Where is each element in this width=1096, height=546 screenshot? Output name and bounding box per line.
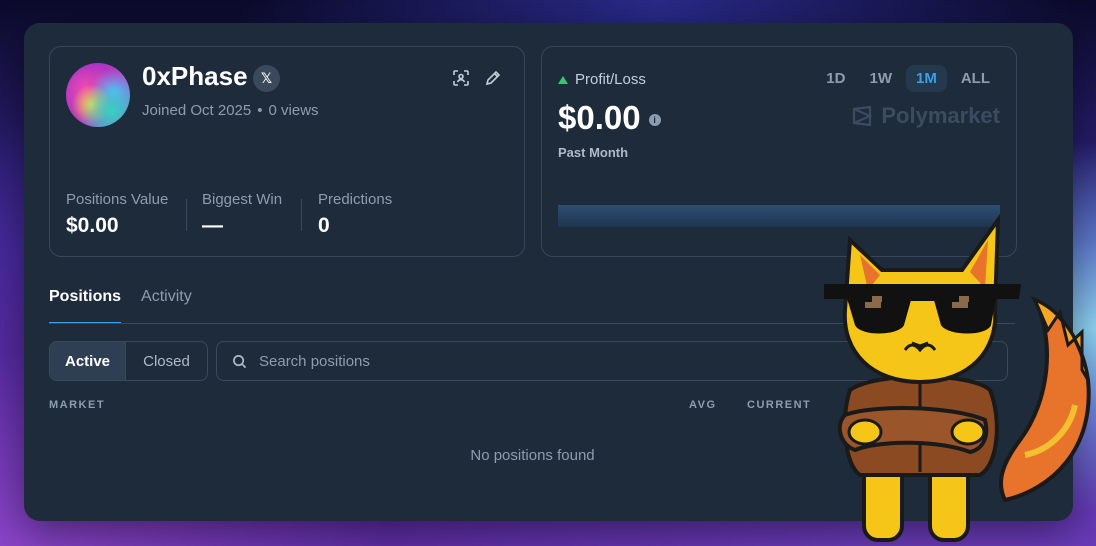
tab-activity[interactable]: Activity	[141, 288, 192, 322]
period-1d[interactable]: 1D	[816, 65, 855, 92]
cat-mascot-image	[824, 213, 1091, 542]
profile-meta: Joined Oct 2025 • 0 views	[142, 102, 319, 119]
edit-icon[interactable]	[484, 69, 502, 87]
stat-divider	[186, 199, 187, 231]
profit-loss-amount: $0.00	[558, 99, 641, 136]
column-avg[interactable]: AVG	[689, 399, 717, 411]
period-selector: 1D 1W 1M ALL	[816, 65, 1000, 92]
stat-positions-value: Positions Value $0.00	[66, 191, 168, 238]
column-market[interactable]: MARKET	[49, 399, 105, 411]
stat-divider	[301, 199, 302, 231]
joined-date: Joined Oct 2025	[142, 102, 252, 119]
trend-up-icon	[558, 75, 568, 84]
brand-name: Polymarket	[881, 103, 1000, 128]
stat-value: $0.00	[66, 214, 119, 237]
period-1m[interactable]: 1M	[905, 65, 947, 92]
stat-predictions: Predictions 0	[318, 191, 392, 238]
avatar[interactable]	[66, 63, 130, 127]
scan-icon[interactable]	[452, 69, 470, 87]
search-input[interactable]	[257, 351, 861, 371]
stat-label: Predictions	[318, 191, 393, 208]
period-all[interactable]: ALL	[951, 65, 1000, 92]
filter-active-button[interactable]: Active	[50, 342, 126, 380]
tab-bar: Positions Activity	[49, 288, 192, 324]
stat-value: 0	[318, 214, 330, 237]
position-status-toggle: Active Closed	[49, 341, 208, 381]
filter-closed-button[interactable]: Closed	[126, 342, 207, 380]
username: 0xPhase	[142, 61, 248, 91]
profit-loss-value: $0.00 i	[558, 99, 661, 137]
search-icon	[233, 354, 247, 368]
period-1w[interactable]: 1W	[859, 65, 902, 92]
stat-label: Positions Value	[66, 191, 169, 208]
period-caption: Past Month	[558, 145, 629, 160]
meta-separator: •	[257, 102, 263, 119]
stat-biggest-win: Biggest Win —	[202, 191, 282, 238]
profit-loss-label: Profit/Loss	[558, 71, 646, 88]
profit-loss-title: Profit/Loss	[575, 71, 646, 88]
stat-value: —	[202, 214, 223, 237]
x-logo-icon[interactable]: 𝕏	[253, 65, 280, 92]
view-count: 0 views	[268, 102, 319, 119]
polymarket-brand: Polymarket	[851, 103, 1000, 129]
info-icon[interactable]: i	[648, 114, 661, 126]
column-current[interactable]: CURRENT	[747, 399, 811, 411]
polymarket-logo-icon	[853, 105, 874, 127]
profile-card: 0xPhase 𝕏 Joined Oct 2025 • 0 views Positi…	[49, 46, 525, 257]
stat-label: Biggest Win	[202, 191, 283, 208]
tab-positions[interactable]: Positions	[49, 288, 122, 324]
